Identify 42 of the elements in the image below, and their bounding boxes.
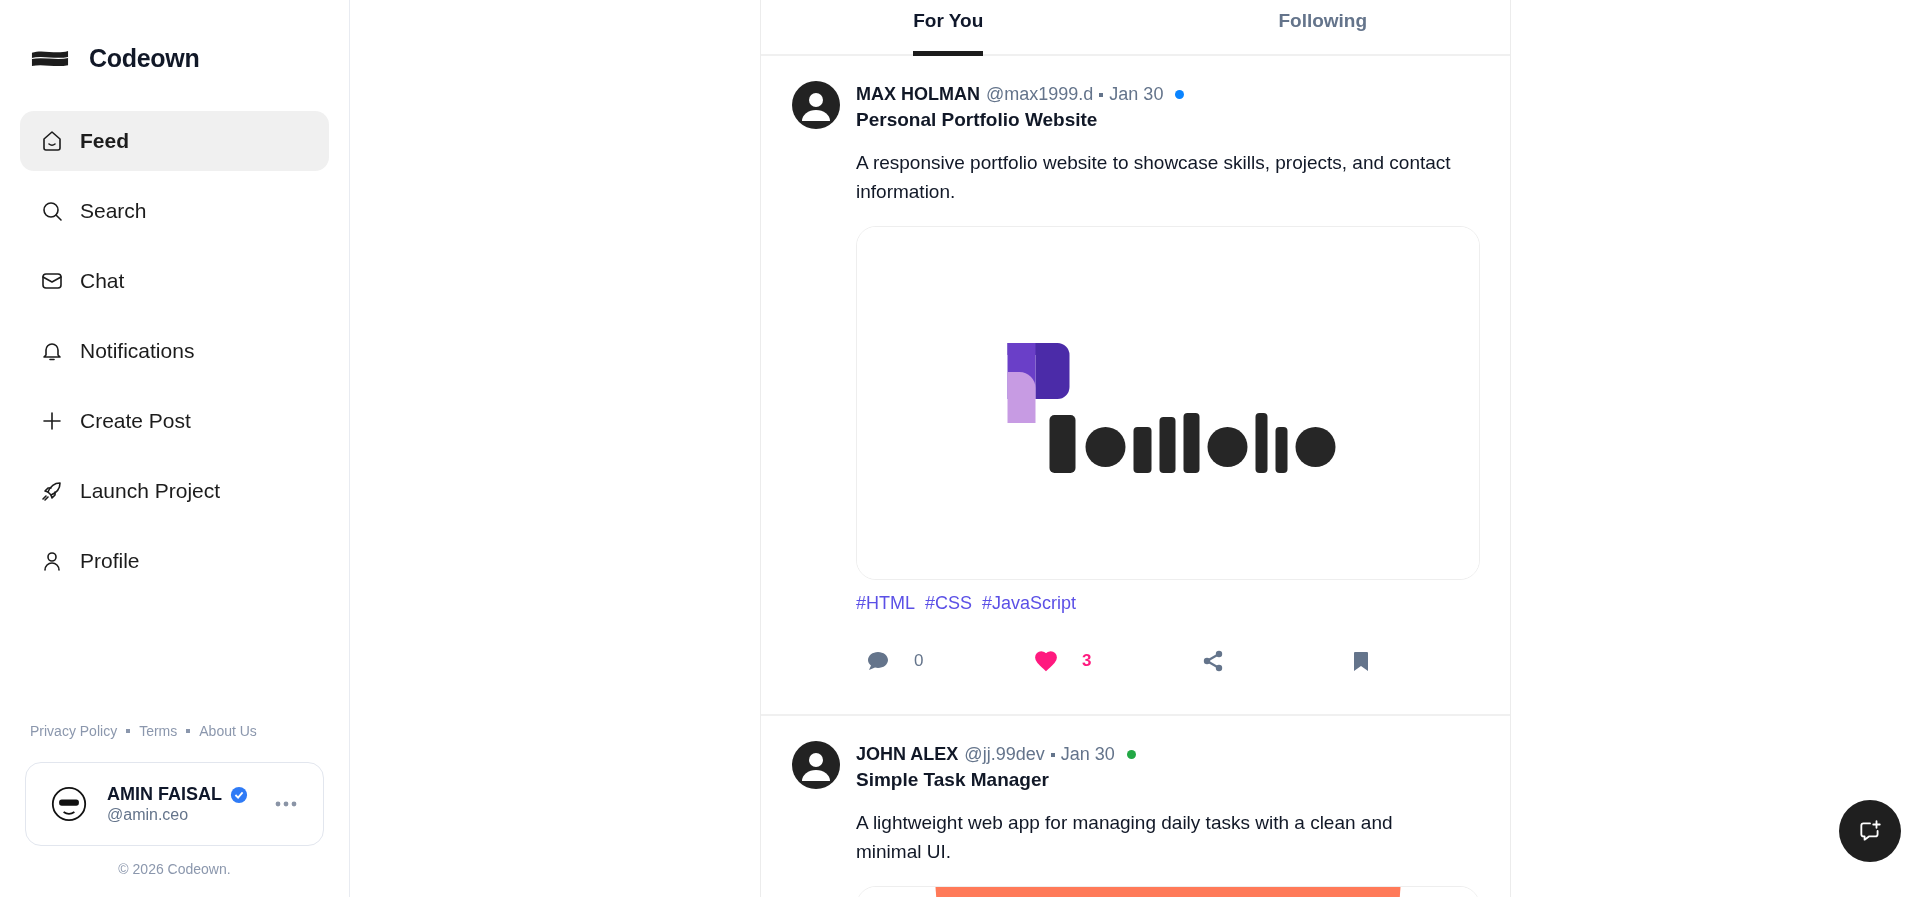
plus-icon (40, 409, 64, 433)
comment-count: 0 (914, 651, 924, 671)
nav-item[interactable]: Create Post (20, 391, 329, 451)
share-icon[interactable] (1201, 649, 1225, 673)
hashtag-link[interactable]: #CSS (925, 593, 973, 614)
author-name[interactable]: JOHN ALEX (856, 744, 959, 765)
post-title: Personal Portfolio Website (856, 109, 1099, 131)
comment-icon[interactable] (866, 649, 890, 673)
avatar-icon (51, 786, 87, 822)
author-name[interactable]: MAX HOLMAN (856, 84, 980, 105)
nav-item[interactable]: Search (20, 181, 329, 241)
author-handle: @jj.99dev (964, 744, 1045, 765)
chat-plus-icon (1857, 818, 1883, 844)
like-count: 3 (1082, 651, 1092, 671)
tab[interactable]: For You (913, 0, 984, 56)
home-icon (40, 129, 64, 153)
nav-item[interactable]: Notifications (20, 321, 329, 381)
post-description: A responsive portfolio website to showcase skills, projects, and contact information. (856, 151, 1452, 204)
user-card[interactable]: AMIN FAISAL @amin.ceo (25, 762, 324, 846)
post-title: Simple Task Manager (856, 769, 1050, 791)
user-handle: @amin.ceo (107, 806, 190, 824)
post-description: A lightweight web app for managing daily tasks with a clean and minimal UI. (856, 811, 1394, 864)
user-name: AMIN FAISAL (107, 784, 222, 805)
nav-item[interactable]: Feed (20, 111, 329, 171)
nav-item[interactable]: Launch Project (20, 461, 329, 521)
rocket-icon (40, 479, 64, 503)
heart-icon[interactable] (1034, 649, 1058, 673)
author-handle: @max1999.d (986, 84, 1094, 105)
brand-name[interactable]: Codeown (89, 43, 200, 73)
avatar-icon (792, 741, 840, 789)
post-date: Jan 30 (1060, 744, 1115, 765)
search-icon (40, 199, 64, 223)
hashtag-link[interactable]: #JavaScript (982, 593, 1077, 614)
avatar-icon (792, 81, 840, 129)
tab[interactable]: Following (1278, 0, 1368, 56)
hashtag-link[interactable]: #HTML (856, 593, 915, 614)
more-icon[interactable] (275, 801, 297, 807)
nav-item[interactable]: Chat (20, 251, 329, 311)
logo-icon (31, 48, 69, 68)
post-date: Jan 30 (1109, 84, 1164, 105)
nav-item[interactable]: Profile (20, 531, 329, 591)
copyright-text: © 2026 Codeown. (117, 860, 232, 879)
